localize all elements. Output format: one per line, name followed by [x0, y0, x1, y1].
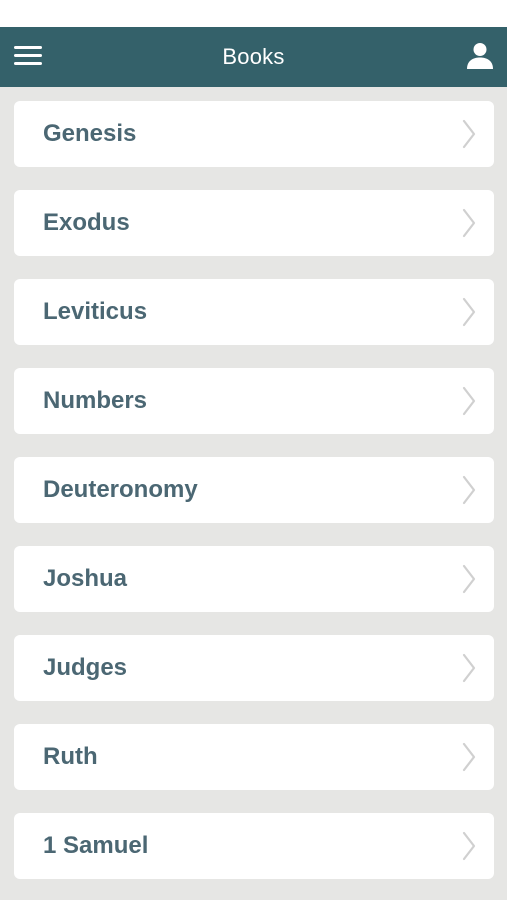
book-label: 1 Samuel: [43, 832, 149, 859]
book-label: Deuteronomy: [43, 476, 198, 503]
book-label: Numbers: [43, 387, 148, 414]
chevron-right-icon: [462, 564, 476, 594]
book-label: Judges: [43, 654, 128, 681]
book-label: Ruth: [43, 743, 98, 770]
profile-button[interactable]: [465, 41, 495, 71]
book-row-1-samuel[interactable]: 1 Samuel: [14, 813, 494, 879]
app-header: Books: [0, 27, 507, 87]
book-row-exodus[interactable]: Exodus: [14, 190, 494, 256]
book-row-joshua[interactable]: Joshua: [14, 546, 494, 612]
page-title: Books: [222, 44, 285, 69]
chevron-right-icon: [462, 475, 476, 505]
book-row-genesis[interactable]: Genesis: [14, 101, 494, 167]
chevron-right-icon: [462, 297, 476, 327]
book-row-numbers[interactable]: Numbers: [14, 368, 494, 434]
chevron-right-icon: [462, 653, 476, 683]
user-icon: [467, 43, 493, 69]
book-row-leviticus[interactable]: Leviticus: [14, 279, 494, 345]
book-label: Genesis: [43, 120, 137, 147]
book-row-ruth[interactable]: Ruth: [14, 724, 494, 790]
chevron-right-icon: [462, 831, 476, 861]
chevron-right-icon: [462, 208, 476, 238]
books-list: Genesis Exodus Leviticus Numbers Deutero…: [0, 87, 507, 879]
book-label: Joshua: [43, 565, 128, 592]
status-bar: [0, 0, 507, 27]
book-row-judges[interactable]: Judges: [14, 635, 494, 701]
chevron-right-icon: [462, 119, 476, 149]
chevron-right-icon: [462, 742, 476, 772]
menu-button[interactable]: [14, 44, 42, 68]
book-label: Leviticus: [43, 298, 148, 325]
book-label: Exodus: [43, 209, 130, 236]
chevron-right-icon: [462, 386, 476, 416]
hamburger-menu-icon: [14, 46, 42, 49]
book-row-deuteronomy[interactable]: Deuteronomy: [14, 457, 494, 523]
